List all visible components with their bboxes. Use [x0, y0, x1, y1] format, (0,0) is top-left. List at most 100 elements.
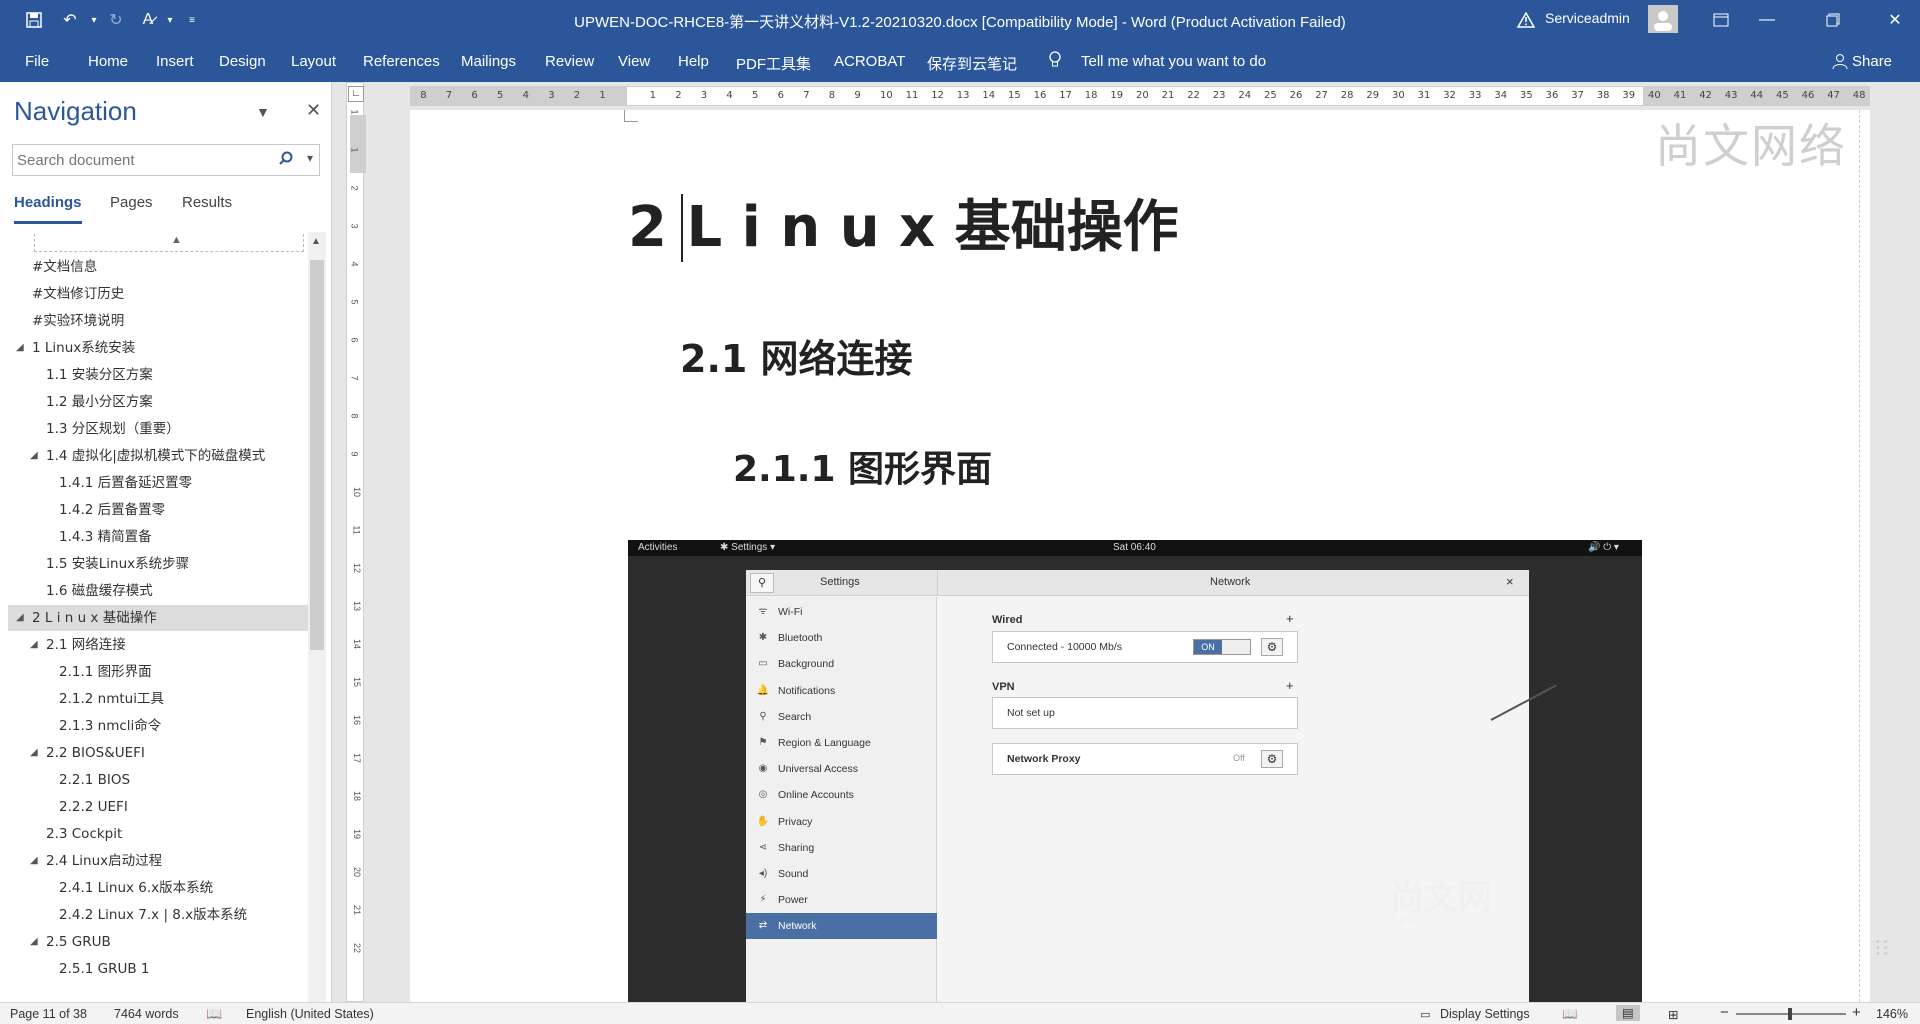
heading-item[interactable]: 2.1.1 图形界面 — [8, 659, 308, 685]
heading-item[interactable]: 2.1.2 nmtui工具 — [8, 686, 308, 712]
pane-options-icon[interactable]: ▼ — [256, 104, 270, 120]
expand-collapse-icon[interactable]: ◢ — [30, 740, 38, 766]
tab-save-to-cloud-notes[interactable]: 保存到云笔记 — [927, 53, 1017, 74]
tab-review[interactable]: Review — [545, 53, 594, 70]
heading-item[interactable]: 2.2.2 UEFI — [8, 794, 308, 820]
language[interactable]: English (United States) — [246, 1007, 374, 1021]
heading-item[interactable]: 1.3 分区规划（重要） — [8, 416, 308, 442]
minimize-icon[interactable]: — — [1744, 0, 1790, 40]
heading-item[interactable]: 1.6 磁盘缓存模式 — [8, 578, 308, 604]
search-options-dropdown-icon[interactable]: ▾ — [307, 151, 313, 165]
tab-references[interactable]: References — [363, 53, 440, 70]
heading-item[interactable]: 1.4.2 后置备置零 — [8, 497, 308, 523]
lightbulb-icon[interactable] — [1048, 51, 1062, 74]
share-icon[interactable] — [1832, 53, 1848, 72]
embedded-screenshot[interactable]: Activities ✱ Settings ▾ Sat 06:40 🔊 ⏻ ▾ … — [628, 540, 1642, 1002]
tab-layout[interactable]: Layout — [291, 53, 336, 70]
heading-item[interactable]: 2.5.1 GRUB 1 — [8, 956, 308, 982]
headings-tree: ▲ #文档信息 #文档修订历史 #实验环境说明 ◢ 1 Linux系统安装 1.1 安装分… — [8, 232, 308, 1024]
heading-item[interactable]: 2.1.3 nmcli命令 — [8, 713, 308, 739]
expand-collapse-icon[interactable]: ◢ — [16, 605, 24, 631]
ribbon-display-options-icon[interactable] — [1698, 0, 1744, 40]
expand-collapse-icon[interactable]: ◢ — [30, 443, 38, 469]
page-counter[interactable]: Page 11 of 38 — [10, 1007, 87, 1021]
heading-1[interactable]: 2 L i n u x 基础操作 — [628, 182, 1179, 263]
tab-pages[interactable]: Pages — [110, 194, 153, 211]
print-layout-icon[interactable]: ▤ — [1616, 1005, 1640, 1021]
heading-item[interactable]: 1.5 安装Linux系统步骤 — [8, 551, 308, 577]
expand-collapse-icon[interactable]: ◢ — [30, 632, 38, 658]
tab-home[interactable]: Home — [88, 53, 128, 70]
heading-item[interactable]: ◢ 2.1 网络连接 — [8, 632, 308, 658]
navigation-scrollbar[interactable]: ▲ ▼ — [308, 232, 326, 1024]
settings-category-icon: ✋ — [756, 815, 770, 827]
tab-insert[interactable]: Insert — [156, 53, 194, 70]
display-settings-button[interactable]: Display Settings — [1440, 1007, 1530, 1021]
heading-3[interactable]: 2.1.1 图形界面 — [733, 440, 992, 492]
tab-design[interactable]: Design — [219, 53, 266, 70]
close-pane-icon[interactable]: ✕ — [306, 100, 321, 121]
word-count[interactable]: 7464 words — [114, 1007, 179, 1021]
avatar[interactable] — [1648, 5, 1678, 33]
expand-collapse-icon[interactable]: ◢ — [30, 929, 38, 955]
share-button[interactable]: Share — [1852, 53, 1892, 70]
zoom-slider[interactable] — [1736, 1008, 1846, 1020]
proofing-icon[interactable]: 📖 — [206, 1006, 222, 1022]
scroll-up-icon[interactable]: ▲ — [311, 236, 321, 247]
document-page[interactable]: 尚文网络 2 L i n u x 基础操作 2.1 网络连接 2.1.1 图形界… — [410, 110, 1870, 1002]
tab-pdf-tools[interactable]: PDF工具集 — [736, 53, 811, 74]
tab-view[interactable]: View — [618, 53, 650, 70]
heading-item[interactable]: 2.4.1 Linux 6.x版本系统 — [8, 875, 308, 901]
heading-item[interactable]: ◢ 1 Linux系统安装 — [8, 335, 308, 361]
tab-selector-icon[interactable]: ∟ — [348, 86, 364, 102]
web-layout-icon[interactable]: ⊞ — [1668, 1007, 1678, 1022]
heading-item[interactable]: #实验环境说明 — [8, 308, 308, 334]
collapse-all-strip[interactable]: ▲ — [34, 234, 304, 252]
heading-item[interactable]: 1.4.3 精简置备 — [8, 524, 308, 550]
read-mode-icon[interactable]: 📖 — [1562, 1007, 1578, 1022]
customize-toolbar-icon[interactable]: ≡ — [178, 8, 206, 32]
heading-item[interactable]: 2.4.2 Linux 7.x | 8.x版本系统 — [8, 902, 308, 928]
zoom-out-icon[interactable]: − — [1720, 1004, 1729, 1021]
search-input[interactable] — [13, 145, 273, 175]
heading-item[interactable]: 1.1 安装分区方案 — [8, 362, 308, 388]
user-name[interactable]: Serviceadmin — [1545, 10, 1630, 26]
expand-collapse-icon[interactable]: ◢ — [30, 848, 38, 874]
tab-mailings[interactable]: Mailings — [461, 53, 516, 70]
expand-collapse-icon[interactable]: ◢ — [16, 335, 24, 361]
heading-item[interactable]: ◢ 2.5 GRUB — [8, 929, 308, 955]
settings-sidebar-item: ⇄ Network — [746, 913, 937, 940]
heading-item[interactable]: ◢ 1.4 虚拟化|虚拟机模式下的磁盘模式 — [8, 443, 308, 469]
zoom-in-icon[interactable]: + — [1852, 1004, 1861, 1021]
heading-item[interactable]: 1.4.1 后置备延迟置零 — [8, 470, 308, 496]
zoom-slider-thumb[interactable] — [1788, 1008, 1792, 1020]
restore-icon[interactable] — [1810, 0, 1856, 40]
tab-file[interactable]: File — [25, 53, 49, 70]
zoom-level[interactable]: 146% — [1876, 1007, 1908, 1021]
tab-headings[interactable]: Headings — [14, 194, 82, 211]
heading-2[interactable]: 2.1 网络连接 — [680, 328, 913, 383]
tab-help[interactable]: Help — [678, 53, 709, 70]
heading-item[interactable]: 1.2 最小分区方案 — [8, 389, 308, 415]
heading-item[interactable]: ◢ 2 L i n u x 基础操作 — [8, 605, 308, 631]
settings-category-label: Online Accounts — [778, 789, 854, 802]
heading-item[interactable]: #文档信息 — [8, 254, 308, 280]
tab-results[interactable]: Results — [182, 194, 232, 211]
heading-item[interactable]: 2.2.1 BIOS — [8, 767, 308, 793]
heading-item[interactable]: #文档修订历史 — [8, 281, 308, 307]
display-settings-icon[interactable]: ▭ — [1420, 1008, 1430, 1021]
tell-me-search[interactable]: Tell me what you want to do — [1081, 53, 1266, 70]
redo-icon[interactable]: ↻ — [102, 8, 130, 32]
scrollbar-thumb[interactable] — [310, 260, 324, 650]
tab-acrobat[interactable]: ACROBAT — [834, 53, 905, 70]
close-icon[interactable]: ✕ — [1872, 0, 1918, 40]
heading-item[interactable]: ◢ 2.4 Linux启动过程 — [8, 848, 308, 874]
vertical-ruler-strip[interactable]: 1 1 2 3 4 5 6 7 8 9 10 11 12 13 14 15 16 17 18 19 20 21 22 — [346, 82, 366, 1002]
heading-item[interactable]: 2.3 Cockpit — [8, 821, 308, 847]
collapse-up-icon[interactable]: ▲ — [171, 234, 182, 246]
search-icon[interactable] — [279, 151, 293, 170]
heading-item[interactable]: ◢ 2.2 BIOS&UEFI — [8, 740, 308, 766]
save-icon[interactable] — [20, 8, 48, 32]
horizontal-ruler[interactable]: 8 7 6 5 4 3 2 1 1 2 3 4 5 6 7 8 9 10 11 12 13 14 15 16 17 18 19 20 2… — [410, 86, 1870, 106]
document-scroll-area[interactable]: ⁝⁝ — [1872, 110, 1920, 1002]
